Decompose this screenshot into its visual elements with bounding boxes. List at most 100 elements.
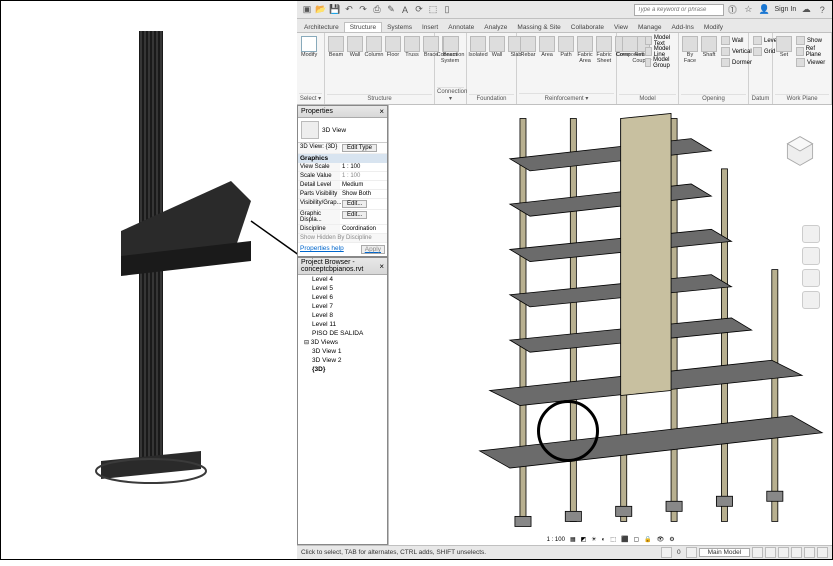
set-button[interactable]: Set [775,35,793,60]
ref-plane-button[interactable]: Ref Plane [794,46,829,57]
fabric-area-button[interactable]: Fabric Area [576,35,594,65]
app-menu-icon[interactable]: ▣ [301,4,313,16]
tab-manage[interactable]: Manage [633,23,667,32]
select-pinned-icon[interactable] [804,547,815,558]
list-item[interactable]: Level 7 [298,302,387,311]
model-line-button[interactable]: Model Line [643,46,676,57]
group-reinforcement[interactable]: Reinforcement ▾ [519,93,614,102]
isolated-button[interactable]: Isolated [469,35,487,60]
vis-graphics-button[interactable]: Edit... [342,200,367,208]
section-icon[interactable]: ▯ [441,4,453,16]
component-button[interactable]: Component [619,35,642,60]
graphic-display-button[interactable]: Edit... [342,211,367,219]
subscription-icon[interactable]: ⓵ [726,4,738,16]
lock-icon[interactable]: 🔒 [642,536,653,543]
tab-modify[interactable]: Modify [699,23,728,32]
user-icon[interactable]: 👤 [758,4,770,16]
viewcube[interactable] [782,133,818,169]
list-item[interactable]: 3D View 1 [298,347,387,356]
model-group-button[interactable]: Model Group [643,57,676,68]
apply-button[interactable]: Apply [361,245,385,254]
tab-collaborate[interactable]: Collaborate [566,23,609,32]
discipline-value[interactable]: Coordination [340,225,387,233]
connection-button[interactable]: Connection [437,35,464,60]
list-item[interactable]: Level 4 [298,275,387,284]
open-icon[interactable]: 📂 [315,4,327,16]
select-links-icon[interactable] [778,547,789,558]
properties-help-link[interactable]: Properties help [300,245,344,254]
tab-annotate[interactable]: Annotate [443,23,479,32]
tab-architecture[interactable]: Architecture [299,23,344,32]
visual-style-icon[interactable]: ◩ [579,536,589,543]
list-item[interactable]: PISO DE SALIDA [298,329,387,338]
save-icon[interactable]: 💾 [329,4,341,16]
print-icon[interactable]: ⎙ [371,4,383,16]
by-face-button[interactable]: By Face [681,35,699,65]
select-underlay-icon[interactable] [791,547,802,558]
group-select[interactable]: Select ▾ [299,93,322,102]
shaft-button[interactable]: Shaft [700,35,718,60]
crop-show-icon[interactable]: ▢ [631,536,641,543]
zoom-icon[interactable] [802,269,820,287]
undo-icon[interactable]: ↶ [343,4,355,16]
list-item[interactable]: Level 6 [298,293,387,302]
viewport-3d[interactable]: 1 : 100 ▦ ◩ ☀ ◐ ⬚ ⬛ ▢ 🔒 👁 ⚙ [389,105,832,545]
tab-massing[interactable]: Massing & Site [512,23,565,32]
search-input[interactable] [634,4,724,16]
orbit-icon[interactable] [802,291,820,309]
pan-icon[interactable] [802,247,820,265]
parts-vis-value[interactable]: Show Both [340,190,387,198]
sun-path-icon[interactable]: ☀ [589,536,598,543]
help-icon[interactable]: ? [816,4,828,16]
area-button[interactable]: Area [538,35,556,60]
workset-display[interactable]: Main Model [699,548,751,557]
list-item[interactable]: Level 11 [298,320,387,329]
list-item[interactable]: Level 5 [298,284,387,293]
redo-icon[interactable]: ↷ [357,4,369,16]
detail-level-icon[interactable]: ▦ [568,536,578,543]
editable-only-icon[interactable] [752,547,763,558]
close-icon[interactable]: × [379,262,384,271]
show-button[interactable]: Show [794,35,829,46]
temp-hide-icon[interactable]: 👁 [655,536,667,543]
fabric-sheet-button[interactable]: Fabric Sheet [595,35,613,65]
view-selector[interactable]: 3D View: {3D} [298,143,340,153]
render-icon[interactable]: ⬚ [608,536,618,543]
close-icon[interactable]: × [379,107,384,116]
reveal-icon[interactable]: ⚙ [667,536,676,543]
floor-button[interactable]: Floor [384,35,402,60]
cloud-icon[interactable]: ☁ [800,4,812,16]
sync-icon[interactable]: ⟳ [413,4,425,16]
edit-type-button[interactable]: Edit Type [342,144,377,152]
3d-icon[interactable]: ⬚ [427,4,439,16]
drag-elements-icon[interactable] [817,547,828,558]
viewer-button[interactable]: Viewer [794,57,829,68]
tab-view[interactable]: View [609,23,633,32]
signin-link[interactable]: Sign In [774,6,796,13]
path-button[interactable]: Path [557,35,575,60]
beam-button[interactable]: Beam [327,35,345,60]
tab-structure[interactable]: Structure [344,22,382,32]
filter-icon[interactable] [765,547,776,558]
star-icon[interactable]: ☆ [742,4,754,16]
view-scale-value[interactable]: 1 : 100 [340,163,387,171]
list-item[interactable]: 3D View 2 [298,356,387,365]
browser-group-3d[interactable]: 3D Views [298,338,387,347]
measure-icon[interactable]: ✎ [385,4,397,16]
fdn-wall-button[interactable]: Wall [488,35,506,60]
scale-display[interactable]: 1 : 100 [545,537,567,543]
tab-analyze[interactable]: Analyze [479,23,512,32]
tab-addins[interactable]: Add-Ins [667,23,699,32]
steering-wheel-icon[interactable] [802,225,820,243]
model-text-button[interactable]: Model Text [643,35,676,46]
modify-button[interactable]: Modify [299,35,319,60]
column-button[interactable]: Column [365,35,383,60]
list-item[interactable]: Level 8 [298,311,387,320]
tab-insert[interactable]: Insert [417,23,443,32]
wall-button[interactable]: Wall [346,35,364,60]
sb-icon[interactable] [661,547,672,558]
rebar-button[interactable]: Rebar [519,35,537,60]
text-icon[interactable]: A [399,4,411,16]
list-item-active[interactable]: {3D} [298,365,387,374]
crop-icon[interactable]: ⬛ [619,536,630,543]
